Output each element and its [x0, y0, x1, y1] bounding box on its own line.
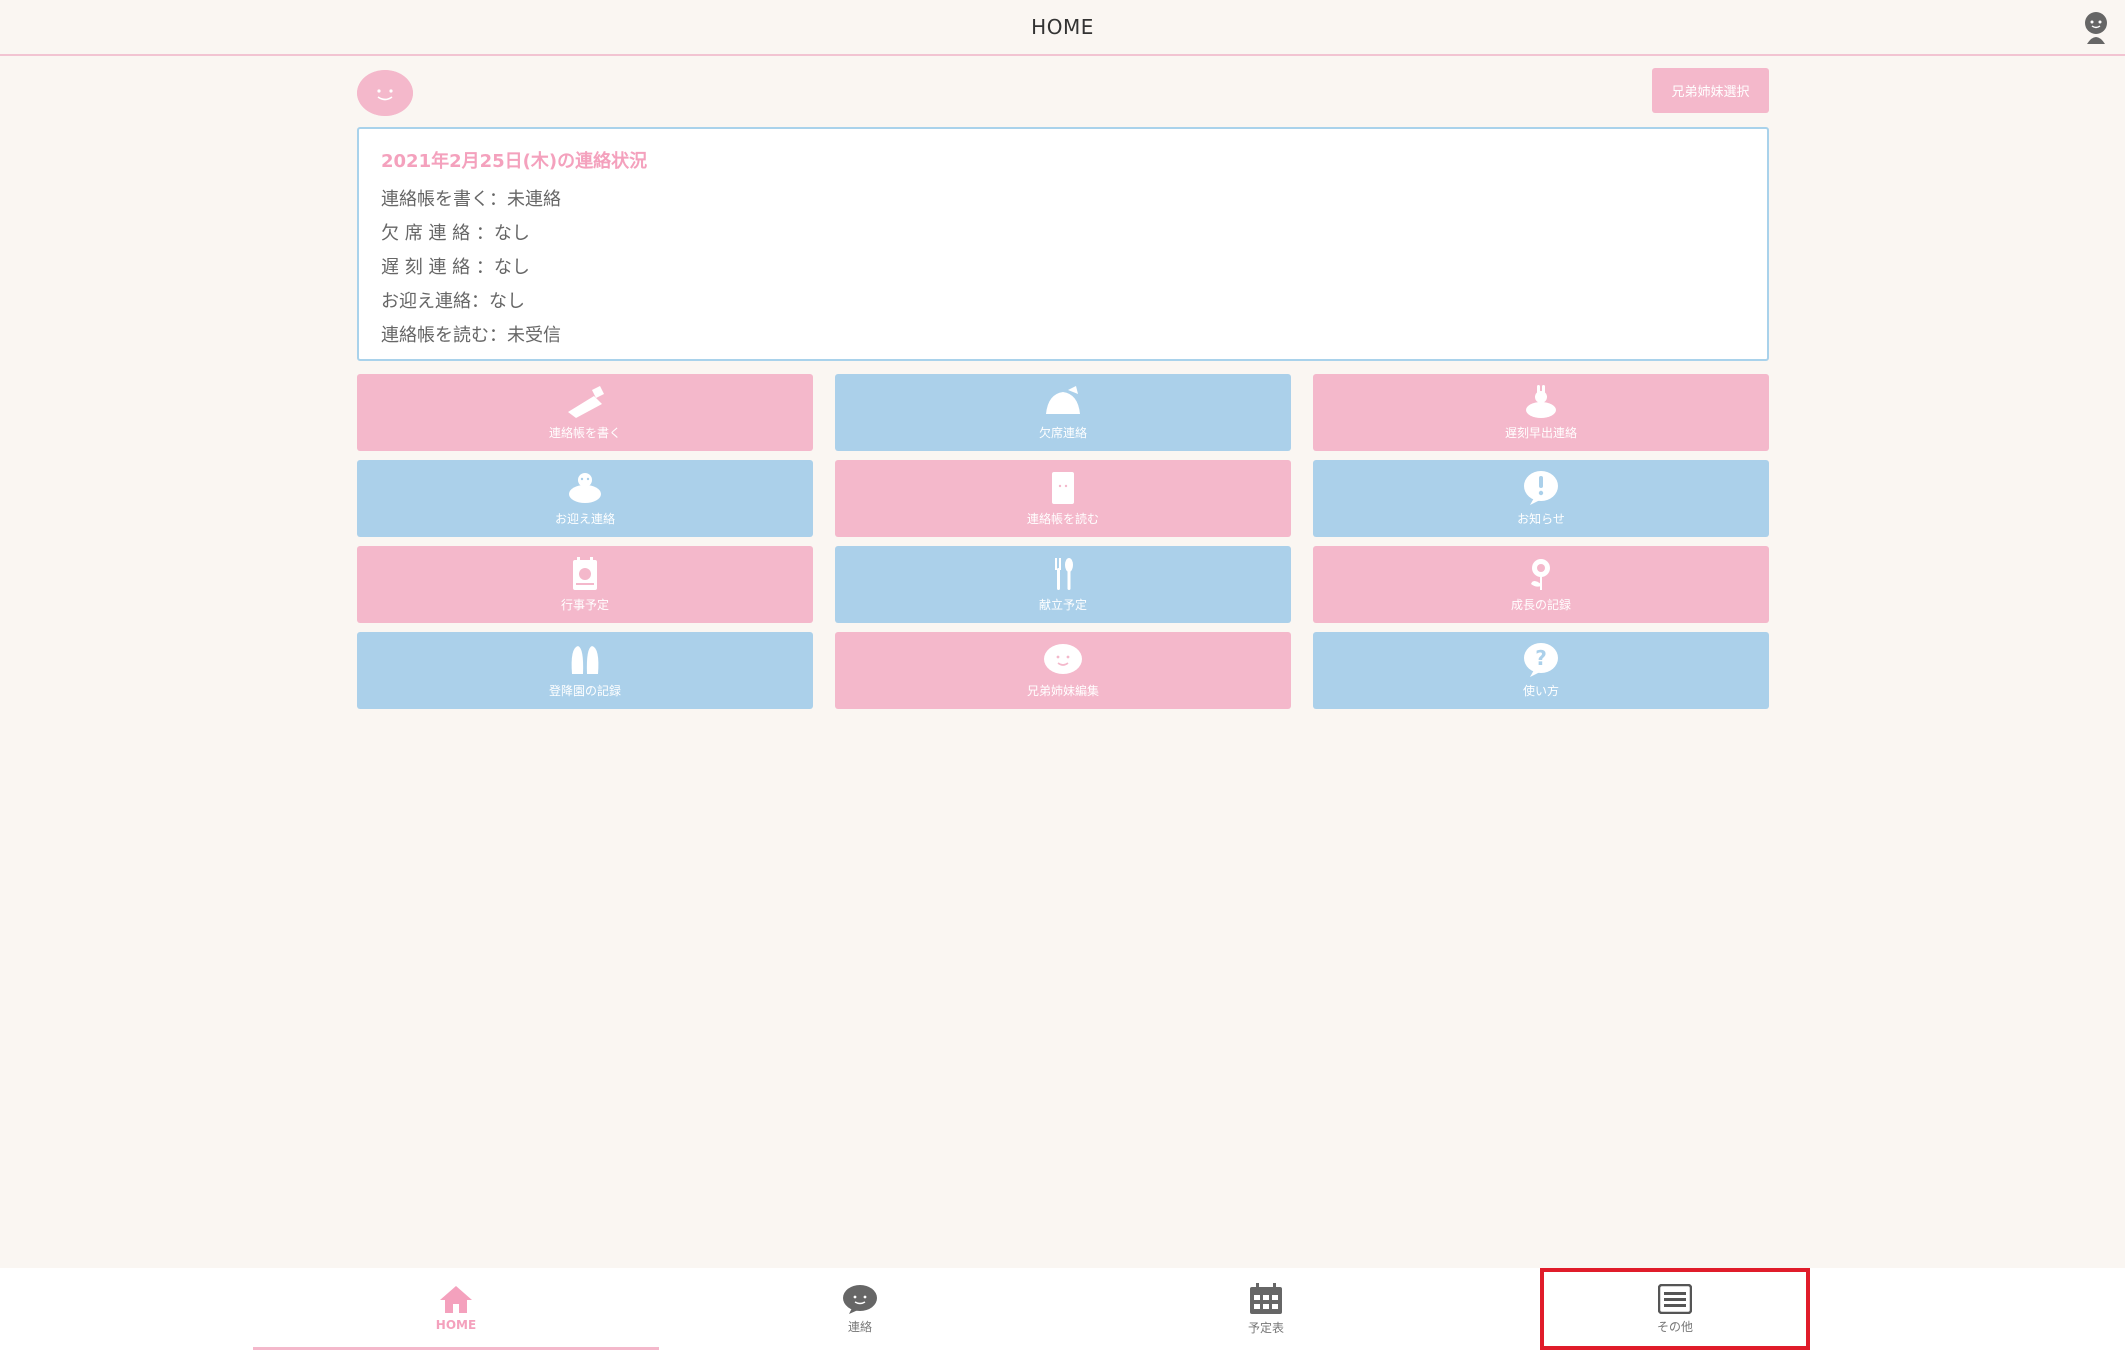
app-header: HOME	[0, 0, 2125, 56]
chat-bubble-icon	[843, 1284, 877, 1314]
exclamation-bubble-icon	[1524, 471, 1558, 505]
calendar-icon	[573, 557, 597, 590]
tile-label: 献立予定	[1038, 598, 1087, 612]
menu-list-icon	[1658, 1283, 1692, 1314]
sleeping-turtle-icon	[1046, 386, 1080, 414]
tile-label: 連絡帳を書く	[548, 426, 621, 440]
tile-label: 遅刻早出連絡	[1504, 426, 1577, 440]
tile-late-early[interactable]: 遅刻早出連絡	[1313, 374, 1769, 451]
tile-label: 成長の記録	[1510, 598, 1571, 612]
sibling-select-button[interactable]: 兄弟姉妹選択	[1652, 68, 1769, 113]
turtle-icon	[569, 473, 601, 503]
nav-home[interactable]: HOME	[253, 1268, 659, 1350]
menu-tile-grid: 連絡帳を書く 欠席連絡 遅刻早出連絡 お迎え連絡 連絡帳を読む お知らせ 行事予…	[357, 374, 1769, 709]
tile-absence[interactable]: 欠席連絡	[835, 374, 1291, 451]
tile-events[interactable]: 行事予定	[357, 546, 813, 623]
user-avatar-icon[interactable]	[2081, 10, 2111, 44]
status-line-late: 遅 刻 連 絡 ：なし	[381, 257, 530, 278]
tile-sibling-edit[interactable]: 兄弟姉妹編集	[835, 632, 1291, 709]
child-avatar-icon[interactable]	[357, 70, 413, 116]
status-line-absence: 欠 席 連 絡 ：なし	[381, 223, 530, 244]
tile-label: お知らせ	[1517, 512, 1565, 526]
flower-icon	[1531, 559, 1550, 590]
tile-label: 使い方	[1522, 684, 1559, 698]
tile-label: お迎え連絡	[554, 512, 615, 526]
nav-schedule[interactable]: 予定表	[1063, 1268, 1469, 1350]
status-line-write: 連絡帳を書く：未連絡	[381, 189, 561, 210]
fork-spoon-icon	[1055, 558, 1073, 590]
rabbit-on-turtle-icon	[1526, 385, 1556, 418]
tile-notices[interactable]: お知らせ	[1313, 460, 1769, 537]
tile-label: 欠席連絡	[1038, 426, 1087, 440]
tile-growth[interactable]: 成長の記録	[1313, 546, 1769, 623]
nav-label: HOME	[435, 1317, 477, 1332]
contact-status-panel: 2021年2月25日(木)の連絡状況 連絡帳を書く：未連絡 欠 席 連 絡 ：な…	[357, 127, 1769, 361]
tile-label: 登降園の記録	[548, 684, 621, 698]
nav-label: 予定表	[1247, 1320, 1284, 1335]
calendar-grid-icon	[1250, 1282, 1282, 1314]
question-bubble-icon: ?	[1524, 643, 1558, 677]
tile-label: 兄弟姉妹編集	[1026, 684, 1099, 698]
bottom-nav: HOME 連絡 予定表 その他	[0, 1268, 2125, 1350]
page-title: HOME	[1031, 15, 1094, 39]
smile-bubble-icon	[1044, 644, 1082, 674]
nav-contact[interactable]: 連絡	[657, 1268, 1063, 1350]
tile-label: 行事予定	[560, 598, 609, 612]
tile-pickup[interactable]: お迎え連絡	[357, 460, 813, 537]
tile-how-to-use[interactable]: ? 使い方	[1313, 632, 1769, 709]
status-line-pickup: お迎え連絡：なし	[381, 291, 525, 312]
pencil-notebook-icon	[568, 386, 604, 418]
status-title: 2021年2月25日(木)の連絡状況	[381, 151, 648, 172]
tile-menu[interactable]: 献立予定	[835, 546, 1291, 623]
tile-attendance[interactable]: 登降園の記録	[357, 632, 813, 709]
tile-read-notebook[interactable]: 連絡帳を読む	[835, 460, 1291, 537]
nav-label: その他	[1656, 1319, 1693, 1334]
nav-other[interactable]: その他	[1540, 1268, 1810, 1350]
svg-text:?: ?	[1535, 646, 1547, 670]
tile-label: 連絡帳を読む	[1026, 512, 1099, 526]
nav-label: 連絡	[847, 1319, 872, 1334]
home-icon	[440, 1285, 472, 1313]
shoes-icon	[571, 646, 599, 674]
status-line-read: 連絡帳を読む：未受信	[381, 325, 561, 346]
notebook-icon	[1052, 472, 1074, 504]
tile-write-notebook[interactable]: 連絡帳を書く	[357, 374, 813, 451]
